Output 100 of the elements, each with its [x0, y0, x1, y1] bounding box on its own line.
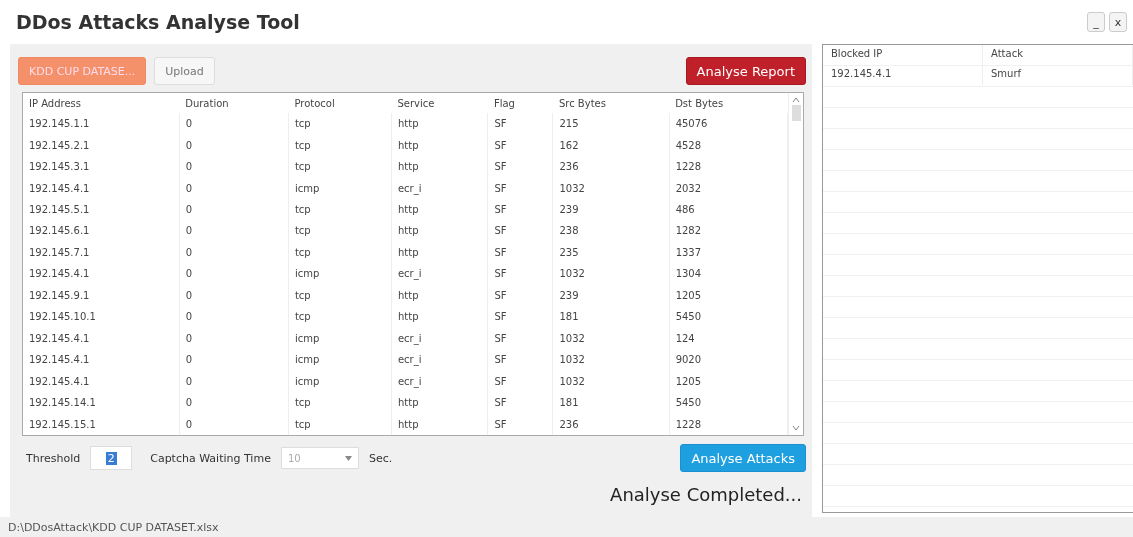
table-cell: SF [487, 220, 553, 242]
table-cell: 1304 [669, 263, 788, 285]
table-cell: ecr_i [391, 177, 488, 199]
table-cell: http [391, 241, 488, 264]
scroll-down-icon[interactable] [792, 425, 800, 431]
column-header[interactable]: Service [391, 93, 488, 113]
table-cell: 0 [179, 327, 289, 349]
table-cell: 192.145.15.1 [23, 413, 180, 435]
table-cell: 0 [179, 370, 289, 392]
scrollbar[interactable] [788, 93, 803, 435]
table-cell: tcp [288, 413, 392, 435]
table-cell: SF [487, 306, 553, 328]
column-header[interactable]: Flag [487, 93, 553, 113]
scroll-thumb[interactable] [791, 105, 801, 121]
table-cell: 192.145.4.1 [23, 177, 180, 199]
table-cell: tcp [288, 306, 392, 328]
column-header[interactable]: Src Bytes [552, 93, 670, 113]
table-cell: 1032 [552, 327, 670, 349]
table-cell: http [391, 155, 488, 178]
table-cell: icmp [288, 349, 392, 371]
table-cell: 192.145.2.1 [23, 134, 180, 156]
table-cell: 239 [552, 198, 670, 221]
table-cell: 1228 [669, 413, 788, 435]
column-header[interactable]: Dst Bytes [669, 93, 788, 113]
table-cell: SF [487, 327, 553, 349]
table-cell: SF [487, 155, 553, 178]
table-cell: 1032 [552, 349, 670, 371]
status-message: Analyse Completed... [610, 483, 803, 505]
table-cell: 192.145.4.1 [23, 370, 180, 392]
table-cell: tcp [288, 220, 392, 242]
table-cell: http [391, 198, 488, 221]
threshold-label: Threshold [26, 451, 81, 465]
table-cell: SF [487, 177, 553, 199]
table-cell: 192.145.4.1 [23, 263, 180, 285]
table-cell: 5450 [669, 306, 788, 328]
table-cell: 192.145.14.1 [23, 391, 180, 414]
table-cell: http [391, 113, 488, 135]
table-cell: http [391, 284, 488, 307]
table-cell: 192.145.4.1 [23, 349, 180, 371]
table-cell: 0 [179, 391, 289, 414]
table-cell: 45076 [669, 113, 788, 135]
table-cell: ecr_i [391, 263, 488, 285]
table-cell: icmp [288, 327, 392, 349]
table-cell: tcp [288, 284, 392, 307]
upload-button[interactable]: Upload [154, 57, 215, 85]
table-cell: ecr_i [391, 370, 488, 392]
analyse-report-button[interactable]: Analyse Report [685, 57, 806, 85]
table-cell: 1032 [552, 177, 670, 199]
table-cell: 192.145.9.1 [23, 284, 180, 307]
table-cell: SF [487, 391, 553, 414]
table-cell: Smurf [983, 65, 1133, 85]
table-cell: SF [487, 413, 553, 435]
table-cell: icmp [288, 177, 392, 199]
column-header[interactable]: Blocked IP [823, 45, 983, 65]
minimize-button[interactable]: _ [1087, 12, 1105, 32]
table-cell: 192.145.1.1 [23, 113, 180, 135]
table-cell: tcp [288, 134, 392, 156]
column-header[interactable]: Attack [983, 45, 1133, 65]
table-cell: SF [487, 198, 553, 221]
table-cell: 0 [179, 413, 289, 435]
table-cell: 1205 [669, 370, 788, 392]
file-path: D:\DDosAttack\KDD CUP DATASET.xlsx [0, 517, 1133, 537]
close-button[interactable]: x [1109, 12, 1127, 32]
table-cell: 0 [179, 198, 289, 221]
table-cell: 239 [552, 284, 670, 307]
scroll-up-icon[interactable] [792, 97, 800, 103]
table-cell: 1205 [669, 284, 788, 307]
table-cell: 0 [179, 155, 289, 178]
table-cell: tcp [288, 155, 392, 178]
table-cell: 0 [179, 241, 289, 264]
table-cell: 192.145.5.1 [23, 198, 180, 221]
column-header[interactable]: IP Address [23, 93, 180, 113]
table-cell: 0 [179, 349, 289, 371]
table-cell: 192.145.7.1 [23, 241, 180, 264]
table-cell: 0 [179, 306, 289, 328]
table-cell: 1032 [552, 370, 670, 392]
table-cell: SF [487, 134, 553, 156]
table-cell: 215 [552, 113, 670, 135]
table-cell: tcp [288, 391, 392, 414]
table-cell: 5450 [669, 391, 788, 414]
unit-label: Sec. [368, 451, 393, 465]
table-cell: 238 [552, 220, 670, 242]
table-cell: icmp [288, 370, 392, 392]
threshold-field[interactable]: 2 [90, 446, 133, 470]
table-cell: http [391, 306, 488, 328]
table-cell: SF [487, 263, 553, 285]
table-cell: 192.145.4.1 [23, 327, 180, 349]
column-header[interactable]: Protocol [288, 93, 392, 113]
table-cell: 0 [179, 177, 289, 199]
table-cell: 4528 [669, 134, 788, 156]
column-header[interactable]: Duration [179, 93, 289, 113]
table-cell: 181 [552, 306, 670, 328]
table-cell: 124 [669, 327, 788, 349]
table-cell: 0 [179, 284, 289, 307]
table-cell: 9020 [669, 349, 788, 371]
table-cell: http [391, 391, 488, 414]
table-cell: 235 [552, 241, 670, 264]
table-cell: 192.145.3.1 [23, 155, 180, 178]
table-cell: tcp [288, 241, 392, 264]
window-title: DDos Attacks Analyse Tool [16, 11, 300, 33]
